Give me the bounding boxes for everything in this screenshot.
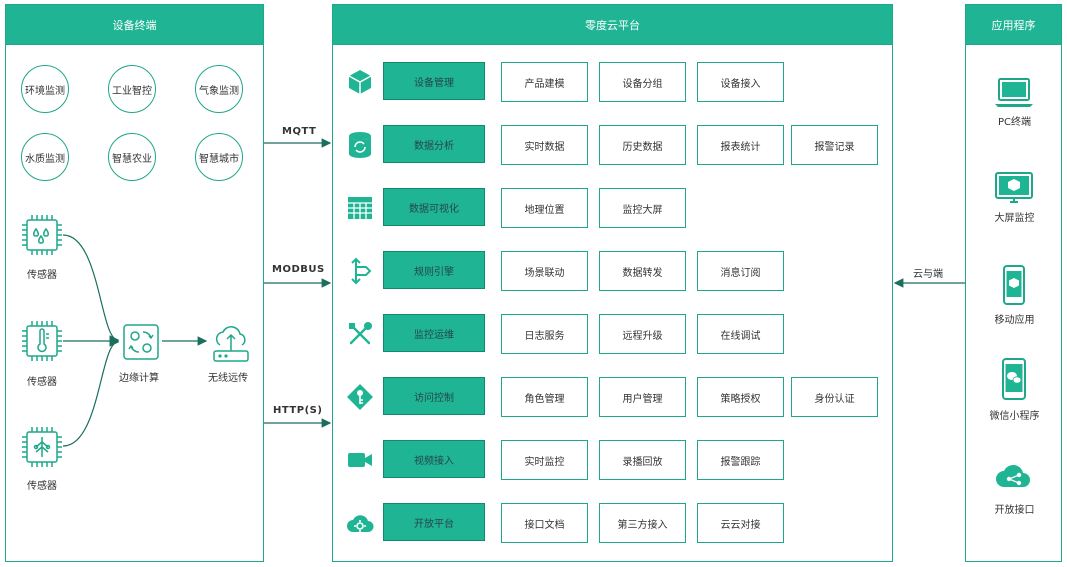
mobile-cube-icon [1003, 265, 1025, 305]
sub-box[interactable]: 接口文档 [501, 503, 588, 543]
sub-box[interactable]: 历史数据 [599, 125, 686, 165]
main-box-device-management[interactable]: 设备管理 [383, 62, 485, 100]
protocol-mqtt: MQTT [282, 126, 317, 137]
sub-box[interactable]: 场景联动 [501, 251, 588, 291]
sub-box[interactable]: 远程升级 [599, 314, 686, 354]
rule-engine-icon [351, 257, 372, 285]
scenario-city[interactable]: 智慧城市 [195, 133, 243, 181]
platform-row-open-platform: 开放平台 接口文档 第三方接入 云云对接 [333, 503, 894, 543]
sensor-label-2: 传感器 [27, 377, 57, 388]
applications-panel: 应用程序 PC终端 大屏监控 移动应用 微信小程序 开放接口 [965, 4, 1062, 562]
sub-box[interactable]: 报表统计 [697, 125, 784, 165]
main-box-rule-engine[interactable]: 规则引擎 [383, 251, 485, 289]
scenario-industrial[interactable]: 工业智控 [108, 65, 156, 113]
sub-box[interactable]: 设备分组 [599, 62, 686, 102]
platform-row-access-control: 访问控制 角色管理 用户管理 策略授权 身份认证 [333, 377, 894, 417]
wireless-label: 无线远传 [208, 373, 248, 384]
main-box-video-access[interactable]: 视频接入 [383, 440, 485, 478]
sub-box[interactable]: 报警跟踪 [697, 440, 784, 480]
scenario-environment[interactable]: 环境监测 [21, 65, 69, 113]
app-label-big-screen[interactable]: 大屏监控 [966, 209, 1063, 224]
sub-box[interactable]: 实时数据 [501, 125, 588, 165]
sub-box[interactable]: 产品建模 [501, 62, 588, 102]
sensor-temperature-icon [22, 321, 62, 361]
cloud-share-icon [996, 464, 1030, 487]
edge-computing-icon [123, 324, 159, 360]
sensor-circuit-icon [22, 427, 62, 467]
applications-title: 应用程序 [966, 5, 1061, 45]
scenario-agriculture[interactable]: 智慧农业 [108, 133, 156, 181]
database-refresh-icon [349, 132, 371, 158]
box-icon [348, 70, 372, 94]
wechat-phone-icon [1002, 358, 1026, 400]
sub-box[interactable]: 角色管理 [501, 377, 588, 417]
main-box-monitoring-ops[interactable]: 监控运维 [383, 314, 485, 352]
sub-box[interactable]: 录播回放 [599, 440, 686, 480]
table-grid-icon [348, 197, 372, 219]
monitor-cube-icon [995, 172, 1033, 203]
sub-box[interactable]: 报警记录 [791, 125, 878, 165]
laptop-icon [995, 78, 1033, 107]
edge-computing-label: 边缘计算 [119, 373, 159, 384]
platform-row-data-analysis: 数据分析 实时数据 历史数据 报表统计 报警记录 [333, 125, 894, 165]
sensor-label-1: 传感器 [27, 270, 57, 281]
sub-box[interactable]: 地理位置 [501, 188, 588, 228]
sub-box[interactable]: 日志服务 [501, 314, 588, 354]
cloud-gear-icon [347, 515, 374, 532]
app-label-pc[interactable]: PC终端 [966, 113, 1063, 128]
platform-row-video-access: 视频接入 实时监控 录播回放 报警跟踪 [333, 440, 894, 480]
sensor-label-3: 传感器 [27, 481, 57, 492]
app-label-open-api[interactable]: 开放接口 [966, 501, 1063, 516]
device-terminal-panel: 设备终端 环境监测 工业智控 气象监测 水质监测 智慧农业 智慧城市 传感器 传… [5, 4, 264, 562]
platform-row-data-visualization: 数据可视化 地理位置 监控大屏 [333, 188, 894, 228]
sub-box[interactable]: 策略授权 [697, 377, 784, 417]
protocol-modbus: MODBUS [272, 264, 325, 275]
platform-row-device-management: 设备管理 产品建模 设备分组 设备接入 [333, 62, 894, 102]
key-icon [347, 384, 373, 410]
protocol-http: HTTP(S) [273, 405, 323, 416]
sub-box[interactable]: 消息订阅 [697, 251, 784, 291]
sub-box[interactable]: 云云对接 [697, 503, 784, 543]
sub-box[interactable]: 身份认证 [791, 377, 878, 417]
main-box-access-control[interactable]: 访问控制 [383, 377, 485, 415]
sub-box[interactable]: 实时监控 [501, 440, 588, 480]
app-label-mobile[interactable]: 移动应用 [966, 311, 1063, 326]
video-camera-icon [348, 453, 372, 467]
tools-icon [349, 322, 372, 345]
sub-box[interactable]: 监控大屏 [599, 188, 686, 228]
sub-box[interactable]: 用户管理 [599, 377, 686, 417]
app-label-wechat[interactable]: 微信小程序 [966, 407, 1063, 422]
main-box-data-visualization[interactable]: 数据可视化 [383, 188, 485, 226]
sub-box[interactable]: 数据转发 [599, 251, 686, 291]
cloud-platform-panel: 零度云平台 设备管理 产品建模 设备分组 设备接入 数据分析 实时数据 历史数据… [332, 4, 893, 562]
sub-box[interactable]: 设备接入 [697, 62, 784, 102]
protocol-cloud-edge: 云与端 [913, 269, 943, 280]
sub-box[interactable]: 在线调试 [697, 314, 784, 354]
main-box-open-platform[interactable]: 开放平台 [383, 503, 485, 541]
scenario-weather[interactable]: 气象监测 [195, 65, 243, 113]
wireless-cloud-icon [213, 326, 249, 362]
sub-box[interactable]: 第三方接入 [599, 503, 686, 543]
sensor-humidity-icon [22, 215, 62, 255]
cloud-platform-title: 零度云平台 [333, 5, 892, 45]
device-terminal-title: 设备终端 [6, 5, 263, 45]
platform-row-rule-engine: 规则引擎 场景联动 数据转发 消息订阅 [333, 251, 894, 291]
main-box-data-analysis[interactable]: 数据分析 [383, 125, 485, 163]
scenario-water[interactable]: 水质监测 [21, 133, 69, 181]
platform-row-monitoring-ops: 监控运维 日志服务 远程升级 在线调试 [333, 314, 894, 354]
